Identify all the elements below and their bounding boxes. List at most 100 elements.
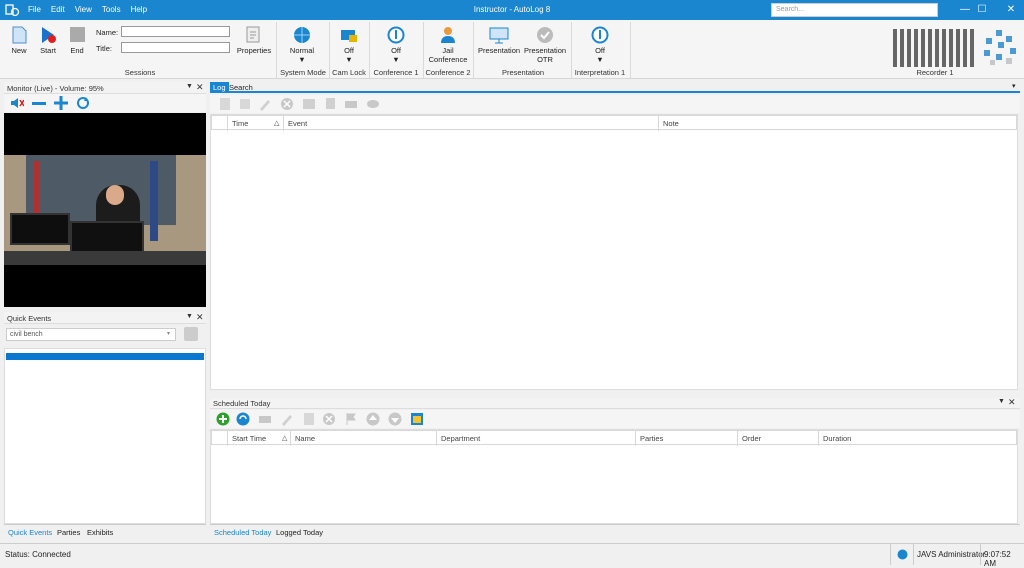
log-delete-icon[interactable] (280, 97, 294, 111)
quick-events-select[interactable]: civil bench ▾ (6, 328, 176, 341)
column-name[interactable]: Name (291, 431, 437, 446)
video-flag-right (150, 161, 158, 241)
system-mode-group-label: System Mode (280, 68, 326, 77)
status-text: Status: Connected (5, 550, 71, 559)
move-down-icon[interactable] (388, 412, 402, 426)
column-time[interactable]: Time △ (228, 116, 284, 131)
quick-events-title: Quick Events (7, 314, 52, 323)
start-button[interactable]: Start (34, 26, 62, 55)
properties-icon[interactable] (302, 412, 316, 426)
quick-events-selected-row[interactable] (6, 353, 204, 360)
print-icon[interactable] (258, 412, 272, 426)
status-divider (980, 544, 981, 565)
log-play-icon[interactable] (302, 97, 316, 111)
panel-close-icon[interactable]: ✕ (196, 312, 204, 323)
title-label: Title: (96, 44, 112, 53)
log-edit-icon[interactable] (258, 97, 272, 111)
tab-parties[interactable]: Parties (57, 528, 80, 537)
new-document-icon (12, 26, 27, 44)
jail-conference-button[interactable]: Jail Conference (426, 26, 470, 64)
scheduled-grid-header: Start Time △ Name Department Parties Orde… (211, 430, 1018, 446)
properties-button[interactable]: Properties (236, 26, 272, 55)
panel-close-icon[interactable]: ✕ (196, 82, 204, 93)
panel-menu-icon[interactable]: ▼ (186, 83, 193, 90)
tab-exhibits[interactable]: Exhibits (87, 528, 113, 537)
left-tab-strip: Quick Events Parties Exhibits (4, 524, 206, 538)
log-copy-icon[interactable] (324, 97, 338, 111)
move-up-icon[interactable] (366, 412, 380, 426)
column-event[interactable]: Event (284, 116, 659, 131)
cam-lock-button[interactable]: Off ▼ (334, 26, 364, 64)
name-field[interactable] (121, 26, 230, 37)
column-duration[interactable]: Duration (819, 431, 1018, 446)
edit-icon[interactable] (280, 412, 294, 426)
log-print-icon[interactable] (344, 97, 358, 111)
column-department[interactable]: Department (437, 431, 636, 446)
tab-log[interactable]: Log (210, 82, 229, 92)
column-start-time[interactable]: Start Time △ (228, 431, 291, 446)
panel-menu-icon[interactable]: ▼ (998, 398, 1005, 405)
recorder-group-label: Recorder 1 (916, 68, 954, 77)
tab-logged-today[interactable]: Logged Today (276, 528, 323, 537)
column-order[interactable]: Order (738, 431, 819, 446)
add-icon[interactable] (216, 412, 230, 426)
system-mode-button[interactable]: Normal ▼ (282, 26, 322, 64)
scheduled-title: Scheduled Today (213, 399, 271, 408)
cancel-icon[interactable] (322, 412, 336, 426)
row-selector-column (212, 431, 228, 446)
menu-file[interactable]: File (28, 5, 41, 14)
volume-down-icon[interactable] (32, 98, 46, 108)
sessions-group-label: Sessions (124, 68, 156, 77)
calendar-icon[interactable] (410, 412, 424, 426)
search-input[interactable]: Search... (771, 3, 938, 17)
new-button[interactable]: New (6, 26, 32, 55)
status-divider (913, 544, 914, 565)
menu-bar: File Edit View Tools Help (28, 5, 147, 14)
title-field[interactable] (121, 42, 230, 53)
end-button[interactable]: End (64, 26, 90, 55)
panel-close-icon[interactable]: ✕ (1008, 397, 1016, 408)
presentation-button[interactable]: Presentation (476, 26, 522, 55)
conference1-button[interactable]: Off ▼ (380, 26, 412, 64)
scheduled-toolbar (210, 410, 1020, 428)
refresh-icon[interactable] (76, 96, 90, 110)
column-note[interactable]: Note (659, 116, 1018, 131)
row-selector-column (212, 116, 228, 131)
panel-menu-icon[interactable]: ▾ (1012, 82, 1016, 90)
tab-search[interactable]: Search (229, 83, 253, 92)
video-frame-image (4, 155, 206, 265)
log-grid: Time △ Event Note (210, 114, 1018, 390)
sync-icon[interactable] (236, 412, 250, 426)
log-open-icon[interactable] (238, 97, 252, 111)
log-grid-header: Time △ Event Note (211, 115, 1018, 131)
log-link-icon[interactable] (366, 97, 380, 111)
video-person-face (106, 185, 124, 205)
panel-menu-icon[interactable]: ▼ (186, 313, 193, 320)
bottom-tab-strip: Scheduled Today Logged Today (210, 524, 1020, 538)
column-parties[interactable]: Parties (636, 431, 738, 446)
menu-help[interactable]: Help (131, 5, 147, 14)
monitor-icon (489, 27, 509, 44)
video-preview (4, 113, 206, 307)
flag-icon[interactable] (344, 412, 358, 426)
tab-scheduled-today[interactable]: Scheduled Today (214, 528, 271, 537)
javs-logo-icon (980, 28, 1020, 68)
log-new-icon[interactable] (218, 97, 232, 111)
close-button[interactable]: ✕ (996, 0, 1024, 20)
volume-up-icon[interactable] (54, 96, 68, 110)
maximize-button[interactable]: ☐ (967, 0, 997, 20)
quick-events-edit-icon[interactable] (184, 327, 198, 341)
tab-quick-events[interactable]: Quick Events (8, 528, 52, 537)
ribbon-toolbar: New Start End Name: Title: Properties Se… (0, 20, 1024, 79)
properties-icon (246, 26, 260, 43)
power-toggle-icon (387, 26, 405, 44)
interpretation-button[interactable]: Off ▼ (584, 26, 616, 64)
log-toolbar (210, 95, 1020, 113)
menu-edit[interactable]: Edit (51, 5, 65, 14)
menu-tools[interactable]: Tools (102, 5, 121, 14)
monitor-toolbar (4, 94, 206, 112)
menu-view[interactable]: View (75, 5, 92, 14)
mute-icon[interactable] (10, 97, 24, 109)
log-tab-strip: Log Search ▾ (210, 82, 1020, 93)
presentation-otr-button[interactable]: Presentation OTR (522, 26, 568, 64)
